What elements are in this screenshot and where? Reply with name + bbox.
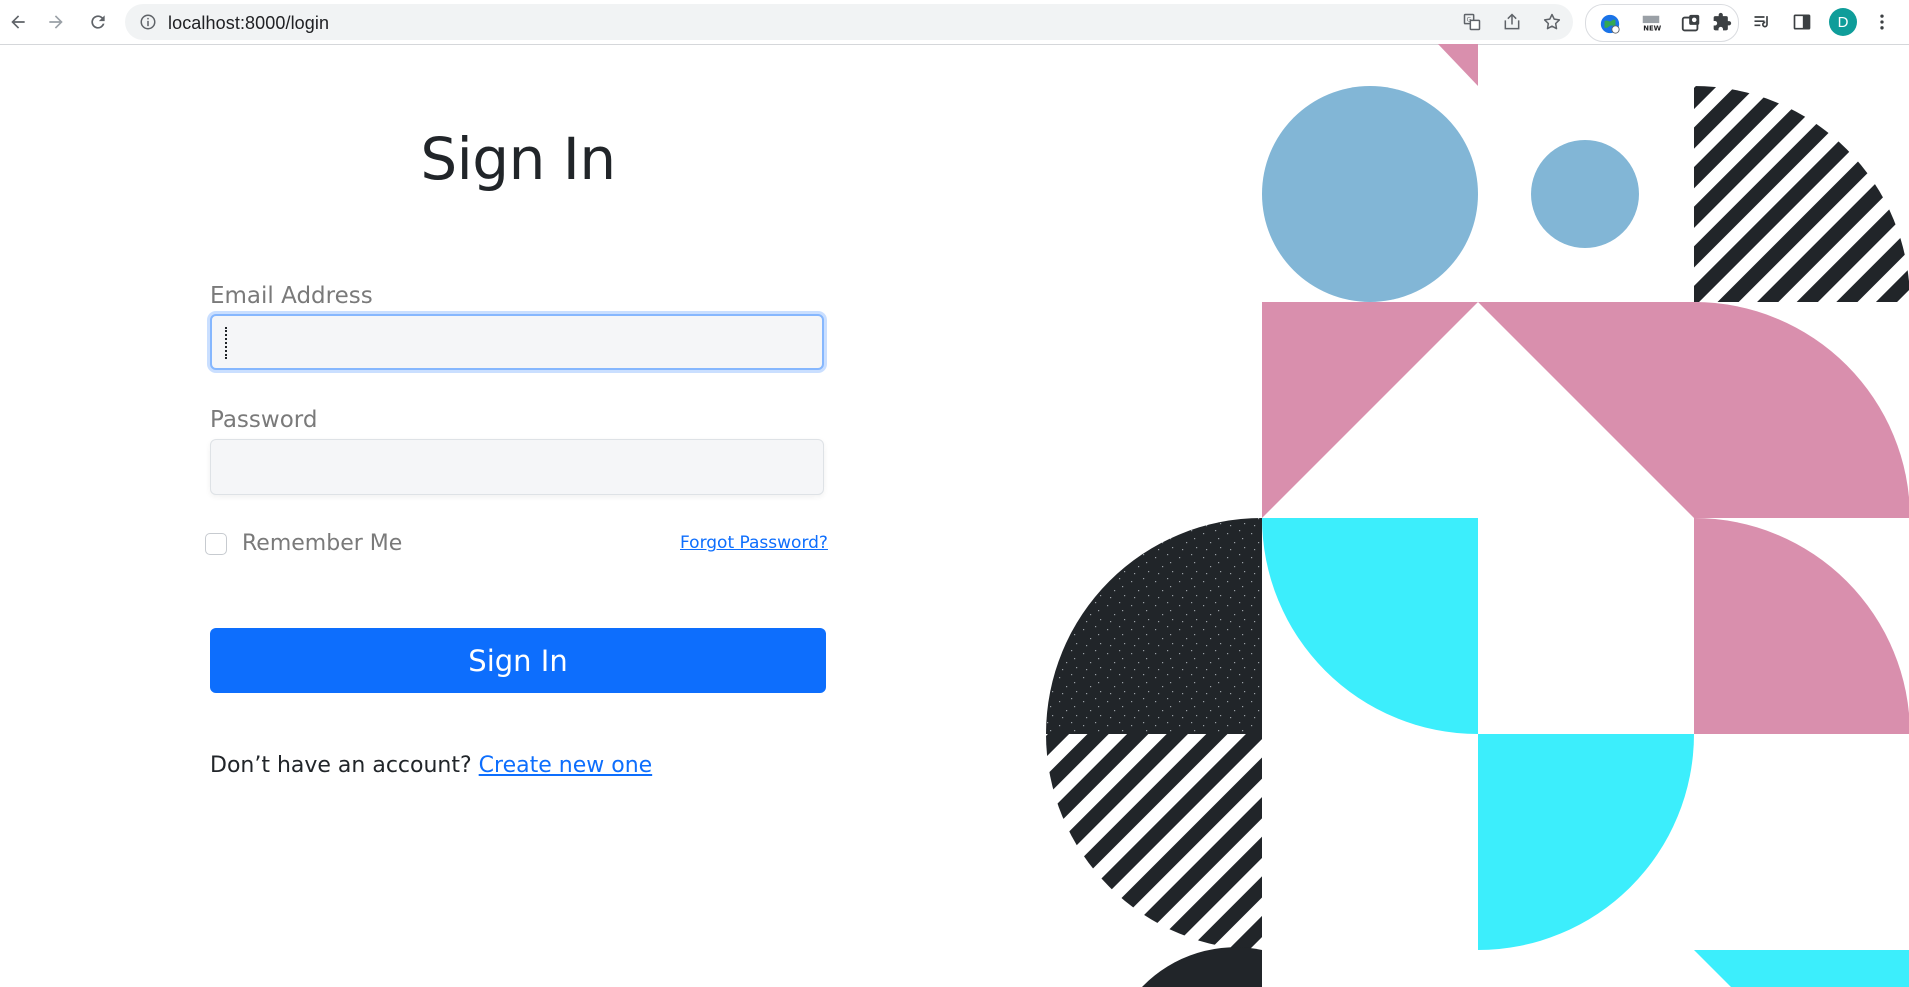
art-blue-circle-small — [1531, 140, 1639, 248]
forgot-password-link[interactable]: Forgot Password? — [680, 533, 828, 553]
share-icon — [1504, 13, 1520, 30]
signup-prompt: Don’t have an account? Create new one — [210, 753, 652, 778]
side-panel-button[interactable] — [1790, 10, 1814, 34]
arrow-right-icon — [49, 15, 63, 29]
art-blue-circle-large — [1262, 86, 1478, 302]
svg-text:NEW: NEW — [1643, 24, 1661, 32]
star-icon — [1543, 13, 1561, 30]
translate-button[interactable]: G — [1461, 11, 1483, 33]
tab-extension-icon — [1681, 14, 1700, 32]
art-dark-speckled-quarter — [1046, 518, 1262, 734]
globe-extension-icon — [1600, 14, 1620, 34]
password-label: Password — [210, 407, 318, 433]
profile-avatar[interactable]: D — [1829, 8, 1857, 36]
art-pink-sliver — [1438, 44, 1478, 86]
remember-me-checkbox[interactable] — [205, 533, 227, 555]
reading-list-icon — [1754, 16, 1768, 28]
create-account-link[interactable]: Create new one — [479, 753, 653, 778]
info-icon[interactable] — [139, 13, 157, 31]
share-button[interactable] — [1501, 11, 1523, 33]
svg-text:G: G — [1467, 18, 1472, 24]
translate-icon: G — [1463, 13, 1481, 31]
email-label: Email Address — [210, 283, 373, 309]
side-panel-icon — [1793, 14, 1811, 30]
art-cyan-quarter-upper — [1262, 518, 1478, 734]
url-text[interactable]: localhost:8000/login — [168, 13, 329, 34]
news-extension-icon: NEW — [1641, 14, 1662, 34]
art-cyan-quarter-lower — [1478, 734, 1694, 950]
tab-extension-button[interactable] — [1680, 13, 1702, 35]
arrow-left-icon — [11, 15, 25, 29]
back-button[interactable] — [4, 8, 32, 36]
browser-menu-button[interactable] — [1870, 10, 1894, 34]
art-striped-quarter-top — [1694, 86, 1909, 302]
address-bar[interactable]: localhost:8000/login G — [125, 4, 1573, 40]
reload-icon — [91, 15, 105, 29]
globe-extension-button[interactable] — [1599, 13, 1621, 35]
puzzle-extensions-icon — [1713, 12, 1732, 31]
signup-prompt-text: Don’t have an account? — [210, 753, 472, 778]
reload-button[interactable] — [84, 8, 112, 36]
sign-in-button[interactable]: Sign In — [210, 628, 826, 693]
reading-list-button[interactable] — [1750, 10, 1774, 34]
art-pink-roof — [1478, 302, 1909, 518]
news-extension-button[interactable]: NEW — [1640, 13, 1662, 35]
extensions-menu-button[interactable] — [1710, 10, 1734, 34]
email-input[interactable] — [210, 314, 824, 370]
art-pink-quarter — [1694, 518, 1909, 734]
more-vertical-icon — [1880, 14, 1884, 30]
text-caret — [225, 327, 228, 359]
forward-button[interactable] — [42, 8, 70, 36]
page-title: Sign In — [420, 125, 616, 193]
art-dark-cap — [1142, 947, 1262, 987]
art-pink-triangle — [1262, 302, 1478, 518]
bookmark-button[interactable] — [1541, 11, 1563, 33]
art-cyan-sliver — [1694, 950, 1909, 987]
browser-toolbar: localhost:8000/login G NEW D — [0, 0, 1909, 45]
remember-me-label[interactable]: Remember Me — [242, 531, 402, 556]
password-input[interactable] — [210, 439, 824, 495]
art-striped-quarter-bottom — [1046, 734, 1262, 950]
